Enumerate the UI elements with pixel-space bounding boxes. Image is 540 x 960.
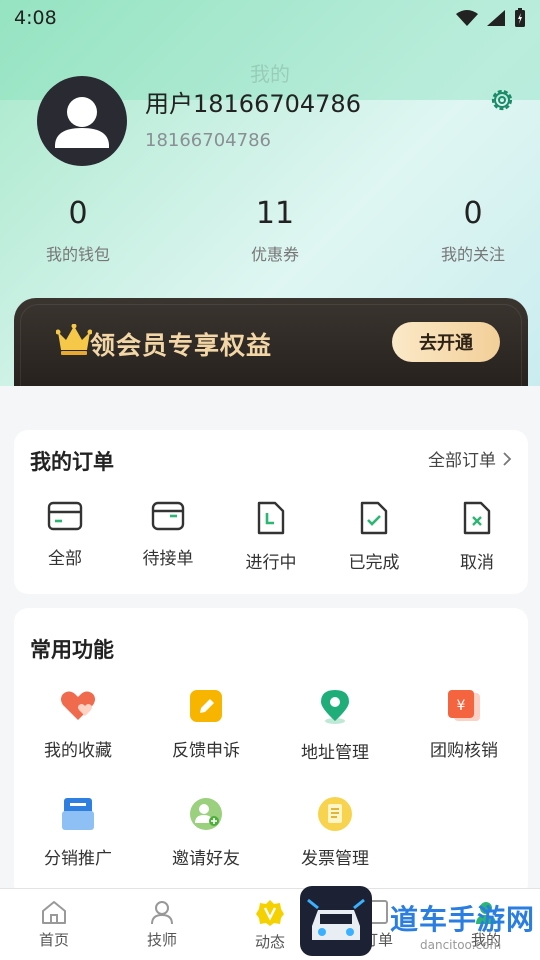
vip-banner-text: 领会员专享权益 — [90, 331, 273, 360]
watermark-text: 道车手游网 — [390, 903, 536, 936]
status-bar: 4:08 — [0, 0, 540, 36]
stat-following[interactable]: 0 我的关注 — [403, 196, 540, 265]
function-invoice[interactable]: 发票管理 — [271, 796, 399, 869]
watermark-sub: dancitoo.com — [420, 938, 502, 952]
vip-open-button[interactable]: 去开通 — [392, 322, 500, 362]
function-label: 团购核销 — [430, 741, 498, 761]
status-time: 4:08 — [14, 7, 57, 29]
add-friend-icon — [190, 798, 222, 830]
stat-label: 优惠券 — [250, 245, 299, 264]
heart-icon — [61, 691, 95, 720]
order-label: 待接单 — [142, 549, 194, 569]
wifi-icon — [456, 10, 478, 26]
car-logo-icon — [307, 898, 365, 940]
function-label: 分销推广 — [44, 849, 112, 869]
doc-progress-icon — [257, 501, 285, 535]
stat-value: 0 — [68, 196, 88, 231]
tab-label: 技师 — [146, 931, 177, 949]
svg-text:¥: ¥ — [457, 698, 466, 714]
avatar[interactable] — [37, 76, 127, 166]
username: 用户18166704786 — [145, 90, 361, 118]
card-icon — [47, 501, 83, 531]
function-address[interactable]: 地址管理 — [271, 688, 399, 763]
all-orders-label: 全部订单 — [428, 451, 496, 471]
orders-title: 我的订单 — [30, 450, 114, 474]
chevron-right-icon — [503, 451, 512, 466]
stat-value: 11 — [255, 196, 295, 231]
edit-icon — [190, 690, 222, 722]
settings-gear-icon[interactable] — [488, 86, 516, 114]
order-filter-completed[interactable]: 已完成 — [324, 500, 424, 573]
orders-card: 我的订单 全部订单 全部 待接单 进行中 已完成 取消 — [14, 430, 528, 594]
watermark: 道车手游网 dancitoo.com — [300, 886, 540, 960]
order-filter-in-progress[interactable]: 进行中 — [221, 500, 321, 573]
stat-label: 我的钱包 — [45, 245, 110, 264]
watermark-logo — [300, 886, 372, 956]
doc-cancel-icon — [463, 501, 491, 535]
tab-technician[interactable]: 技师 — [117, 899, 207, 950]
location-icon — [321, 690, 349, 724]
function-label: 邀请好友 — [172, 849, 240, 869]
function-favorites[interactable]: 我的收藏 — [14, 688, 142, 761]
signal-icon — [487, 10, 505, 26]
stat-label: 我的关注 — [440, 245, 505, 264]
invoice-icon — [318, 797, 352, 831]
yuan-voucher-icon: ¥ — [448, 690, 480, 721]
inbox-icon — [151, 501, 185, 531]
function-group-buy[interactable]: ¥ 团购核销 — [400, 688, 528, 761]
order-filter-all[interactable]: 全部 — [15, 500, 115, 569]
v-badge-icon — [256, 900, 284, 926]
function-feedback[interactable]: 反馈申诉 — [142, 688, 270, 761]
tab-label: 首页 — [38, 931, 69, 949]
home-icon — [42, 901, 66, 924]
vip-banner[interactable]: 领会员专享权益 去开通 — [14, 298, 528, 398]
order-filter-pending[interactable]: 待接单 — [118, 500, 218, 569]
function-invite[interactable]: 邀请好友 — [142, 796, 270, 869]
battery-icon — [515, 8, 525, 27]
user-silhouette-icon — [55, 97, 109, 148]
crown-icon — [56, 324, 92, 355]
order-label: 全部 — [48, 549, 82, 569]
all-orders-link[interactable]: 全部订单 — [428, 446, 512, 471]
function-distribution[interactable]: 分销推广 — [14, 796, 142, 869]
tab-home[interactable]: 首页 — [9, 899, 99, 950]
functions-card: 常用功能 我的收藏 反馈申诉 地址管理 ¥ 团购核销 分销推广 邀请好友 发票管… — [14, 608, 528, 898]
phone-number: 18166704786 — [145, 130, 271, 151]
stat-coupons[interactable]: 11 优惠券 — [205, 196, 345, 265]
technician-icon — [151, 901, 173, 925]
order-label: 取消 — [460, 553, 494, 573]
mail-icon — [62, 798, 94, 830]
order-label: 已完成 — [348, 553, 400, 573]
order-filter-cancelled[interactable]: 取消 — [427, 500, 527, 573]
stat-wallet[interactable]: 0 我的钱包 — [8, 196, 148, 265]
order-label: 进行中 — [245, 553, 297, 573]
functions-title: 常用功能 — [30, 638, 114, 662]
function-label: 地址管理 — [301, 743, 369, 763]
function-label: 反馈申诉 — [172, 741, 240, 761]
stat-value: 0 — [463, 196, 483, 231]
function-label: 发票管理 — [301, 849, 369, 869]
doc-check-icon — [360, 501, 388, 535]
function-label: 我的收藏 — [44, 741, 112, 761]
